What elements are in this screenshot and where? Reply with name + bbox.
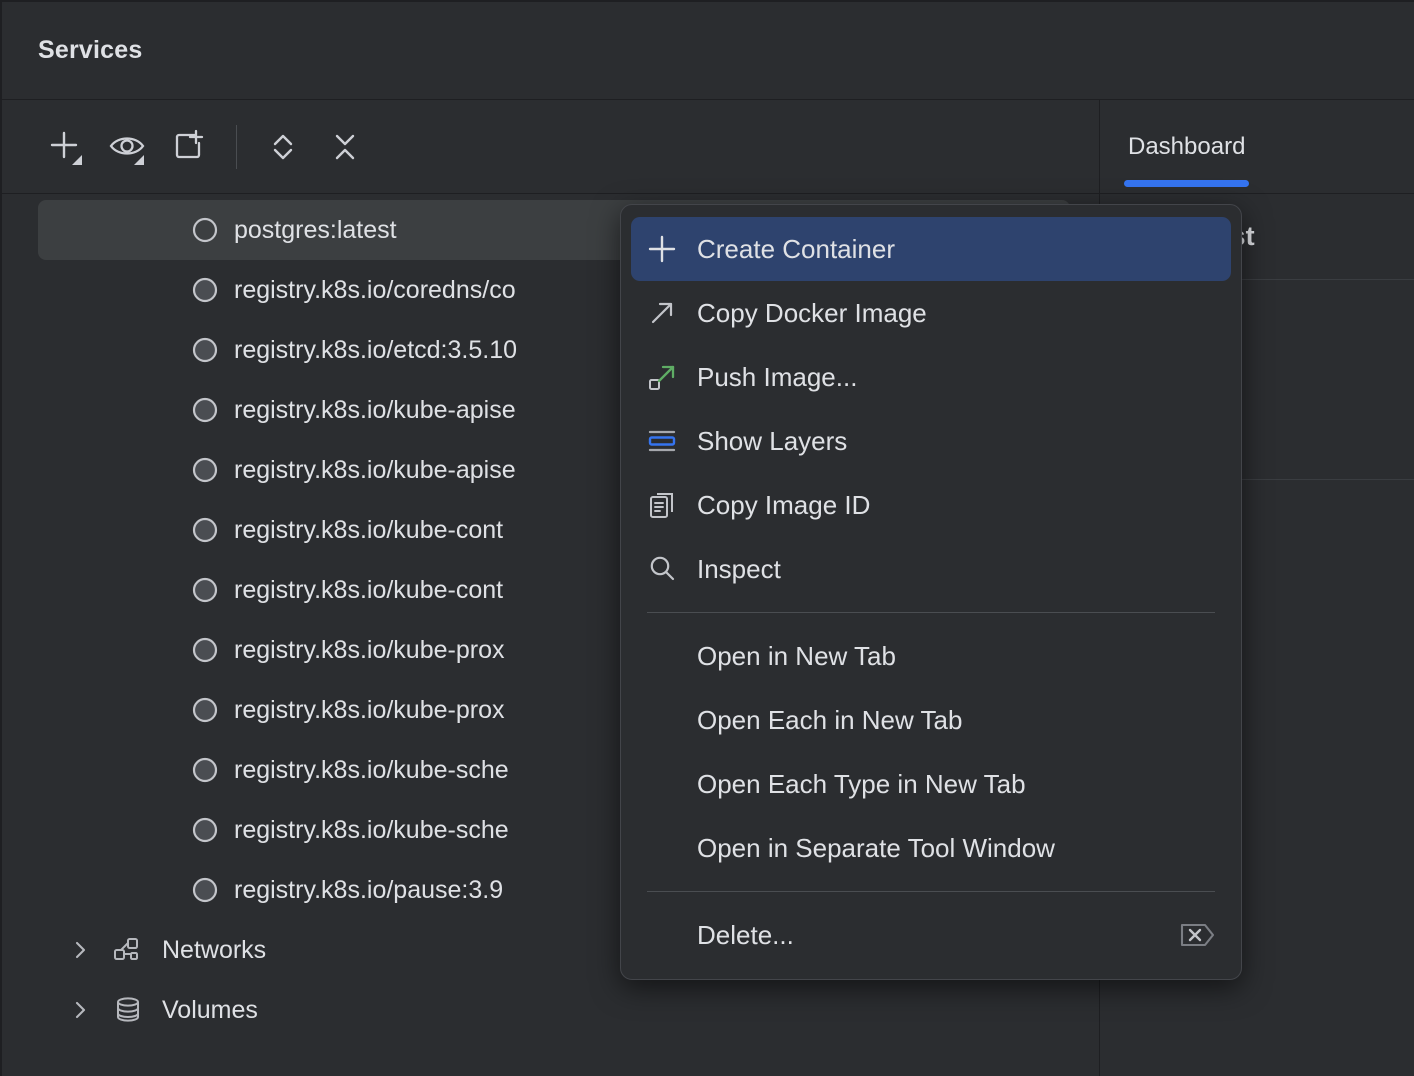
- menu-item-label: Open Each Type in New Tab: [697, 769, 1217, 800]
- copy-icon: [645, 488, 697, 522]
- tree-row-label: registry.k8s.io/kube-cont: [234, 516, 503, 545]
- eye-dropdown-icon: [106, 125, 150, 169]
- expand-all-button[interactable]: [257, 121, 309, 173]
- docker-image-icon: [190, 515, 220, 545]
- collapse-all-button[interactable]: [319, 121, 371, 173]
- menu-item-inspect[interactable]: Inspect: [631, 537, 1231, 601]
- push-image-icon: [645, 360, 697, 394]
- menu-item-label: Show Layers: [697, 426, 1217, 457]
- toolbar-and-tabs-row: Dashboard: [2, 100, 1414, 194]
- services-toolbar: [2, 100, 1100, 193]
- toolbar-separator: [236, 125, 237, 169]
- tree-row-label: registry.k8s.io/kube-apise: [234, 396, 516, 425]
- docker-image-icon: [190, 275, 220, 305]
- menu-item-label: Inspect: [697, 554, 1217, 585]
- add-tab-icon: [168, 125, 212, 169]
- add-service-button[interactable]: [40, 121, 92, 173]
- tree-row-volumes[interactable]: Volumes: [38, 980, 1099, 1040]
- tree-row-label: Networks: [162, 936, 266, 965]
- docker-image-icon: [190, 575, 220, 605]
- menu-item-label: Copy Image ID: [697, 490, 1217, 521]
- tree-row-label: registry.k8s.io/kube-cont: [234, 576, 503, 605]
- menu-item-label: Open in New Tab: [697, 641, 1217, 672]
- active-tab-underline: [1124, 180, 1249, 187]
- expand-all-icon: [261, 125, 305, 169]
- docker-image-icon: [190, 635, 220, 665]
- docker-image-icon: [190, 215, 220, 245]
- menu-item-copy-image-id[interactable]: Copy Image ID: [631, 473, 1231, 537]
- menu-item-label: Open in Separate Tool Window: [697, 833, 1217, 864]
- docker-image-icon: [190, 875, 220, 905]
- menu-item-open-each-type-in-new-tab[interactable]: Open Each Type in New Tab: [631, 752, 1231, 816]
- chevron-right-icon[interactable]: [62, 938, 98, 962]
- menu-item-push-image[interactable]: Push Image...: [631, 345, 1231, 409]
- docker-image-icon: [190, 455, 220, 485]
- tab-dashboard[interactable]: Dashboard: [1100, 100, 1273, 193]
- tree-row-label: registry.k8s.io/kube-prox: [234, 636, 504, 665]
- tree-row-label: registry.k8s.io/etcd:3.5.10: [234, 336, 517, 365]
- tree-row-label: registry.k8s.io/kube-prox: [234, 696, 504, 725]
- menu-item-label: Delete...: [697, 920, 1155, 951]
- database-icon: [108, 994, 148, 1026]
- menu-item-open-in-new-tab[interactable]: Open in New Tab: [631, 624, 1231, 688]
- docker-image-icon: [190, 755, 220, 785]
- search-icon: [645, 552, 697, 586]
- menu-item-label: Push Image...: [697, 362, 1217, 393]
- tree-row-label: registry.k8s.io/coredns/co: [234, 276, 516, 305]
- docker-image-icon: [190, 395, 220, 425]
- layers-icon: [645, 424, 697, 458]
- docker-image-icon: [190, 695, 220, 725]
- tree-row-label: registry.k8s.io/kube-apise: [234, 456, 516, 485]
- delete-key-icon: [1179, 920, 1217, 950]
- add-tab-button[interactable]: [164, 121, 216, 173]
- menu-item-open-in-separate-tool-window[interactable]: Open in Separate Tool Window: [631, 816, 1231, 880]
- menu-item-label: Create Container: [697, 234, 1217, 265]
- docker-image-icon: [190, 815, 220, 845]
- plus-dropdown-icon: [44, 125, 88, 169]
- menu-item-open-each-in-new-tab[interactable]: Open Each in New Tab: [631, 688, 1231, 752]
- chevron-right-icon[interactable]: [62, 998, 98, 1022]
- page-title: Services: [38, 36, 142, 65]
- network-icon: [108, 934, 148, 966]
- menu-item-show-layers[interactable]: Show Layers: [631, 409, 1231, 473]
- docker-image-icon: [190, 335, 220, 365]
- tab-label: Dashboard: [1128, 133, 1245, 161]
- menu-item-copy-docker-image[interactable]: Copy Docker Image: [631, 281, 1231, 345]
- menu-item-create-container[interactable]: Create Container: [631, 217, 1231, 281]
- tree-row-label: registry.k8s.io/kube-sche: [234, 816, 509, 845]
- collapse-all-icon: [323, 125, 367, 169]
- image-context-menu: Create Container Copy Docker Image Push …: [620, 204, 1242, 980]
- show-hide-button[interactable]: [102, 121, 154, 173]
- services-tool-window: Services: [0, 0, 1414, 1076]
- tree-row-label: registry.k8s.io/kube-sche: [234, 756, 509, 785]
- menu-separator: [647, 891, 1215, 892]
- menu-separator: [647, 612, 1215, 613]
- tree-row-label: registry.k8s.io/pause:3.9: [234, 876, 503, 905]
- tool-window-header: Services: [2, 2, 1414, 100]
- plus-icon: [645, 232, 697, 266]
- menu-item-label: Open Each in New Tab: [697, 705, 1217, 736]
- tree-row-label: Volumes: [162, 996, 258, 1025]
- arrow-up-right-icon: [645, 296, 697, 330]
- tree-row-label: postgres:latest: [234, 216, 397, 245]
- tab-strip: Dashboard: [1100, 100, 1414, 193]
- menu-item-label: Copy Docker Image: [697, 298, 1217, 329]
- menu-item-delete[interactable]: Delete...: [631, 903, 1231, 967]
